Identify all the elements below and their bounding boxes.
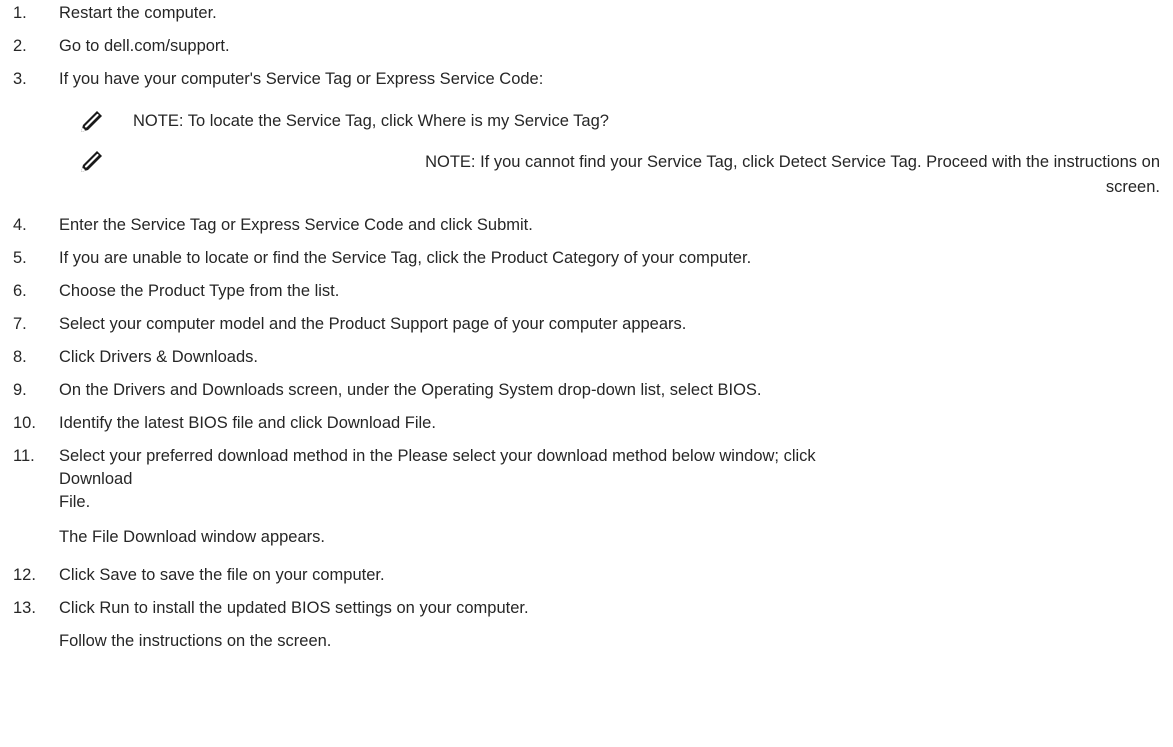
step-number: 7. bbox=[13, 315, 27, 333]
step-11-continuation-line: File. bbox=[59, 493, 91, 511]
step-number: 4. bbox=[13, 216, 27, 234]
step-11-continuation-line: Download bbox=[59, 470, 133, 488]
step-text: Go to dell.com/support. bbox=[59, 37, 230, 55]
step-text: Enter the Service Tag or Express Service… bbox=[59, 216, 533, 234]
note-text: NOTE: If you cannot find your Service Ta… bbox=[425, 153, 1160, 171]
step-number: 10. bbox=[13, 414, 36, 432]
step-text: Click Run to install the updated BIOS se… bbox=[59, 599, 529, 617]
step-text: Select your computer model and the Produ… bbox=[59, 315, 687, 333]
step-11-result: The File Download window appears. bbox=[59, 528, 325, 546]
step-number: 6. bbox=[13, 282, 27, 300]
step-number: 5. bbox=[13, 249, 27, 267]
step-number: 3. bbox=[13, 70, 27, 88]
note-pencil-icon bbox=[78, 107, 106, 135]
step-text: Identify the latest BIOS file and click … bbox=[59, 414, 436, 432]
step-number: 11. bbox=[13, 447, 35, 465]
step-number: 1. bbox=[13, 4, 27, 22]
step-number: 9. bbox=[13, 381, 27, 399]
step-number: 2. bbox=[13, 37, 27, 55]
step-text: Click Drivers & Downloads. bbox=[59, 348, 258, 366]
step-number: 12. bbox=[13, 566, 36, 584]
step-number: 8. bbox=[13, 348, 27, 366]
step-13-continuation: Follow the instructions on the screen. bbox=[59, 632, 332, 650]
note-text: NOTE: To locate the Service Tag, click W… bbox=[133, 112, 609, 130]
step-text: If you have your computer's Service Tag … bbox=[59, 70, 544, 88]
note-pencil-icon bbox=[78, 147, 106, 175]
step-text: Choose the Product Type from the list. bbox=[59, 282, 340, 300]
step-text: If you are unable to locate or find the … bbox=[59, 249, 752, 267]
step-number: 13. bbox=[13, 599, 36, 617]
step-text: Select your preferred download method in… bbox=[59, 447, 816, 465]
step-text: Restart the computer. bbox=[59, 4, 217, 22]
note-text-continuation: screen. bbox=[1105, 178, 1160, 196]
step-text: On the Drivers and Downloads screen, und… bbox=[59, 381, 762, 399]
step-text: Click Save to save the file on your comp… bbox=[59, 566, 385, 584]
